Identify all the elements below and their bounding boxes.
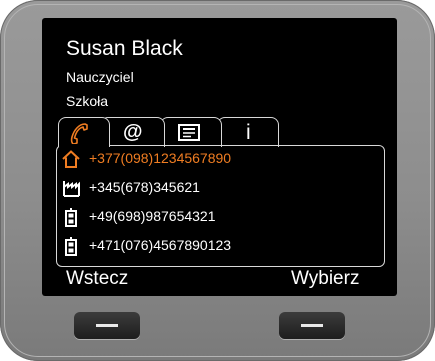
mobile-phone-icon: [65, 237, 77, 256]
mobile-phone-icon: [65, 208, 77, 227]
home-icon: [62, 150, 80, 168]
select-softkey-label[interactable]: Wybierz: [291, 268, 359, 290]
phone-device: Susan Black Nauczyciel Szkoła i @ +377(0…: [0, 0, 435, 361]
contact-name: Susan Black: [66, 37, 183, 60]
list-item[interactable]: +471(076)4567890123: [57, 234, 386, 260]
phone-number: +377(098)1234567890: [89, 150, 232, 166]
phone-number: +471(076)4567890123: [89, 237, 232, 253]
tab-phone-connector: [59, 144, 109, 147]
phone-number: +345(678)345621: [89, 179, 200, 195]
contact-organization: Szkoła: [66, 93, 109, 109]
list-item[interactable]: +377(098)1234567890: [57, 147, 386, 173]
left-softkey-button[interactable]: [74, 312, 140, 339]
tab-phone[interactable]: [58, 117, 110, 147]
list-item[interactable]: +345(678)345621: [57, 176, 386, 202]
list-item[interactable]: +49(698)987654321: [57, 205, 386, 231]
business-card-icon: [178, 124, 200, 141]
numbers-list: +377(098)1234567890 +345(678)345621 +49(…: [56, 145, 385, 267]
contact-title: Nauczyciel: [66, 69, 134, 85]
office-building-icon: [63, 181, 80, 197]
display-screen: Susan Black Nauczyciel Szkoła i @ +377(0…: [42, 18, 397, 296]
email-at-icon: @: [123, 121, 143, 143]
right-softkey-button[interactable]: [279, 312, 345, 339]
phone-number: +49(698)987654321: [89, 208, 216, 224]
tab-business-card[interactable]: [160, 117, 222, 147]
tab-info[interactable]: i: [217, 117, 279, 147]
info-icon: i: [246, 121, 251, 144]
back-softkey-label[interactable]: Wstecz: [66, 268, 128, 290]
